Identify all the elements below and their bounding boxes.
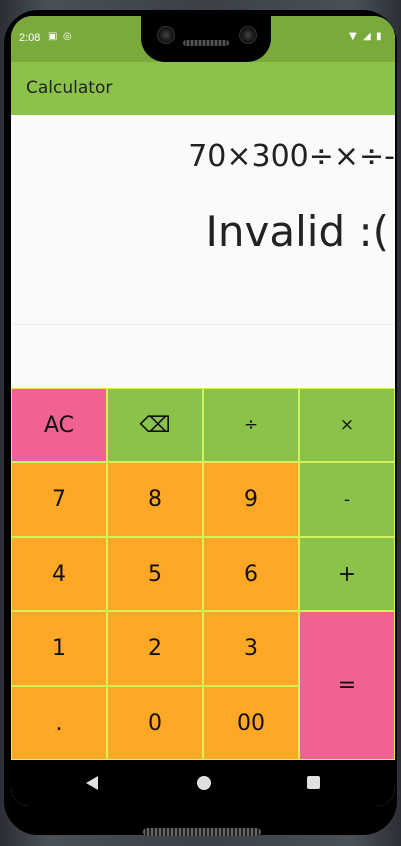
phone-screen: 2:08 ▣ ◎ ▼ ◢ ▮ Calculator 70×300÷×÷- Inv…	[11, 16, 395, 806]
multiply-button[interactable]: ×	[299, 388, 395, 462]
backspace-button[interactable]: ⌫	[107, 388, 203, 462]
clear-button[interactable]: AC	[11, 388, 107, 462]
digit-0-button[interactable]: 0	[107, 686, 203, 760]
expression-text: 70×300÷×÷-	[188, 139, 395, 174]
calculator-display: 70×300÷×÷- Invalid :(	[11, 115, 395, 325]
a-notification-icon: ▣	[48, 31, 58, 42]
home-icon[interactable]	[197, 776, 211, 790]
subtract-button[interactable]: -	[299, 462, 395, 537]
app-bar: Calculator	[11, 62, 395, 115]
add-button[interactable]: +	[299, 537, 395, 611]
digit-9-button[interactable]: 9	[203, 462, 299, 537]
navigation-bar	[11, 760, 395, 806]
signal-icon: ◢	[363, 31, 371, 42]
battery-icon: ▮	[376, 31, 382, 42]
double-zero-button[interactable]: 00	[203, 686, 299, 760]
digit-3-button[interactable]: 3	[203, 611, 299, 686]
digit-5-button[interactable]: 5	[107, 537, 203, 611]
divide-button[interactable]: ÷	[203, 388, 299, 462]
decimal-point-button[interactable]: .	[11, 686, 107, 760]
digit-8-button[interactable]: 8	[107, 462, 203, 537]
backspace-icon: ⌫	[139, 412, 171, 438]
camera-notch	[141, 16, 271, 62]
bottom-speaker	[143, 828, 261, 836]
digit-2-button[interactable]: 2	[107, 611, 203, 686]
keypad: AC ⌫ ÷ × 7 8 9 - 4 5 6 + 1 2 3 = . 0 00	[11, 388, 395, 760]
status-bar: 2:08 ▣ ◎ ▼ ◢ ▮	[11, 16, 395, 62]
digit-4-button[interactable]: 4	[11, 537, 107, 611]
app-title: Calculator	[26, 78, 113, 98]
phone-frame: 2:08 ▣ ◎ ▼ ◢ ▮ Calculator 70×300÷×÷- Inv…	[0, 0, 401, 846]
result-text: Invalid :(	[205, 207, 389, 256]
front-camera-left	[157, 26, 175, 44]
earpiece-speaker	[183, 40, 229, 46]
front-camera-right	[239, 26, 257, 44]
sync-icon: ◎	[63, 31, 72, 42]
display-spacer	[11, 325, 395, 388]
digit-1-button[interactable]: 1	[11, 611, 107, 686]
recent-apps-icon[interactable]	[307, 776, 320, 789]
wifi-icon: ▼	[349, 31, 357, 42]
digit-7-button[interactable]: 7	[11, 462, 107, 537]
back-icon[interactable]	[86, 776, 98, 790]
equals-button[interactable]: =	[299, 611, 395, 760]
digit-6-button[interactable]: 6	[203, 537, 299, 611]
status-time: 2:08	[19, 32, 41, 44]
